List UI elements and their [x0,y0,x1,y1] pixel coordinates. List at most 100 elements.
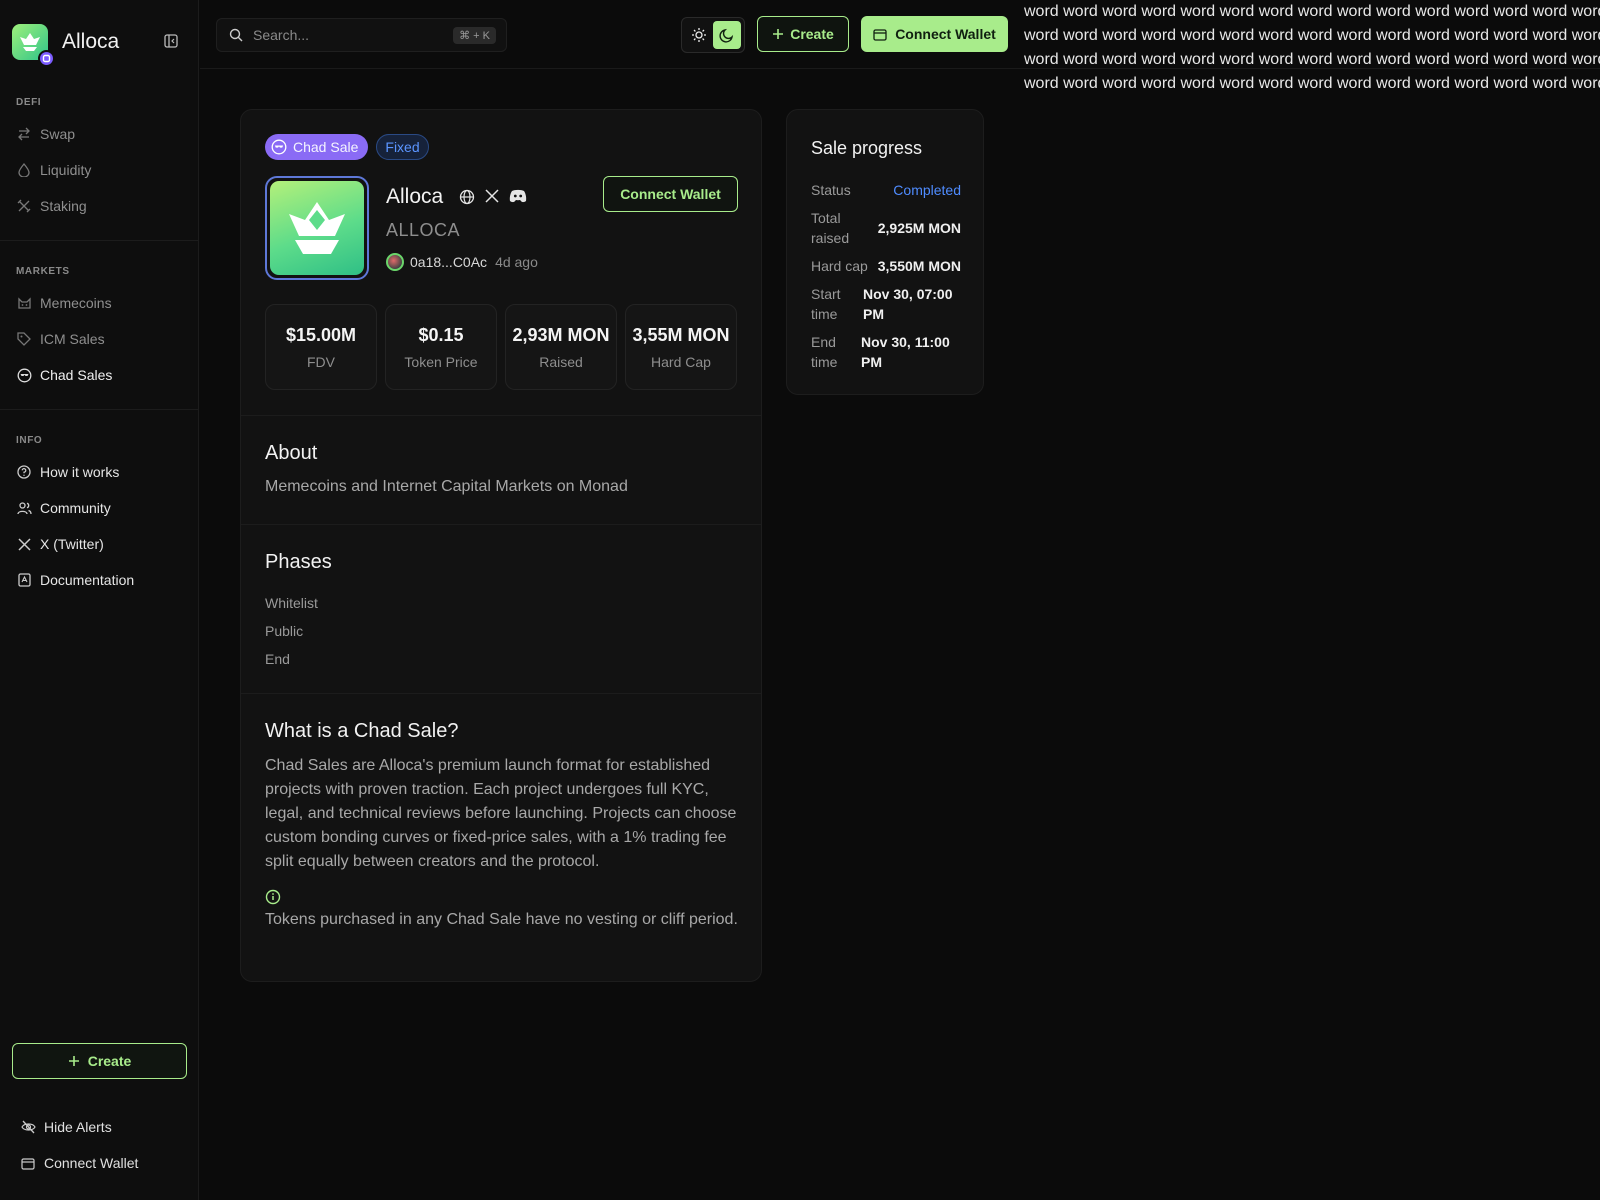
sidebar-item-label: X (Twitter) [40,536,104,552]
moon-icon [719,27,735,43]
sidebar-create-button[interactable]: Create [12,1043,187,1079]
phase-item: Public [265,623,304,639]
stat-value: 3,55M MON [632,324,730,345]
sidebar-item-label: Swap [40,126,76,142]
card-divider [241,524,761,525]
phase-item: End [265,651,290,667]
sidebar-divider [0,240,199,241]
fixed-price-badge: Fixed [376,134,429,160]
sidebar-item-x-twitter[interactable]: X (Twitter) [0,526,199,562]
sidebar-item-label: Chad Sales [40,367,113,383]
brand[interactable]: Alloca [12,24,120,67]
dark-mode-button[interactable] [713,21,741,49]
sidebar-item-label: Documentation [40,572,135,588]
header-connect-wallet-label: Connect Wallet [895,26,996,42]
wallet-icon [873,28,887,41]
card-divider [241,693,761,694]
stat-value: 2,93M MON [512,324,610,345]
what-is-chad-sale-text: Chad Sales are Alloca's premium launch f… [265,757,737,870]
sidebar-item-how-it-works[interactable]: How it works [0,454,199,490]
stat-raised: 2,93M MON Raised [505,304,617,390]
stat-label: Hard Cap [651,353,711,370]
header-create-label: Create [790,26,834,42]
creator-address[interactable]: 0a18...C0Ac [410,254,487,270]
sidebar-item-label: Community [40,500,111,516]
progress-label: Status [811,182,851,198]
theme-toggle[interactable] [681,17,745,53]
overflow-filler-text: word word word word word word word word … [1024,0,1600,96]
plus-icon [772,28,784,40]
status-badge: Completed [893,182,961,198]
progress-label: Total raised [811,210,850,246]
token-name-row: Alloca [386,185,527,209]
x-logo-icon[interactable] [485,189,499,205]
wallet-icon [20,1155,36,1171]
alloca-crown-icon [270,181,364,275]
progress-value: Nov 30, 11:00 PM [861,334,950,370]
network-badge-icon [38,50,55,67]
sidebar-collapse-icon[interactable] [164,34,178,48]
brand-name: Alloca [62,30,120,53]
nav-heading-defi: DEFI [16,97,42,108]
header-create-button[interactable]: Create [757,16,849,52]
hide-alerts-button[interactable]: Hide Alerts [20,1109,138,1145]
stat-token-price: $0.15 Token Price [385,304,497,390]
sale-detail-card: Chad Sale Fixed Alloca ALLOCA 0a18...C0A… [240,109,762,982]
sidebar-item-swap[interactable]: Swap [0,116,199,152]
progress-label: End time [811,334,838,370]
sidebar-item-icm-sales[interactable]: ICM Sales [0,321,199,357]
token-symbol: ALLOCA [386,220,461,240]
progress-row-end-time: End time Nov 30, 11:00 PM [811,332,961,372]
card-divider [241,415,761,416]
sidebar-item-chad-sales[interactable]: Chad Sales [0,357,199,393]
sidebar-item-memecoins[interactable]: Memecoins [0,285,199,321]
sale-tags: Chad Sale Fixed [265,134,429,160]
nav-section-defi: DEFI Swap Liquidity Staking [0,97,199,224]
stat-fdv: $15.00M FDV [265,304,377,390]
chad-icon [271,139,287,155]
sidebar-connect-wallet-label: Connect Wallet [44,1155,139,1171]
info-icon [265,889,281,905]
sidebar-item-community[interactable]: Community [0,490,199,526]
search-placeholder: Search... [253,27,310,43]
sidebar-item-label: How it works [40,464,120,480]
sidebar-item-label: Staking [40,198,87,214]
hide-alerts-label: Hide Alerts [44,1119,112,1135]
x-logo-icon [16,536,32,552]
discord-icon[interactable] [509,189,527,205]
nav-section-markets: MARKETS Memecoins ICM Sales Chad Sales [0,266,199,393]
light-mode-button[interactable] [685,21,713,49]
filler-line: word word word word word word word word … [1024,3,1600,20]
alloca-logo-icon [12,24,55,67]
help-circle-icon [16,464,32,480]
progress-row-start-time: Start time Nov 30, 07:00 PM [811,284,961,324]
sidebar-item-staking[interactable]: Staking [0,188,199,224]
sidebar-footer: Hide Alerts Connect Wallet [20,1109,138,1181]
sidebar: Alloca DEFI Swap Liquidity Staking MARKE… [0,0,199,1200]
search-input[interactable]: Search... ⌘ + K [216,18,507,52]
no-vesting-note: Tokens purchased in any Chad Sale have n… [265,911,738,928]
filler-line: word word word word word word word word … [1024,27,1600,44]
sale-progress-card: Sale progress Status Completed Total rai… [786,109,984,395]
stat-label: Token Price [404,353,478,370]
sale-progress-title: Sale progress [811,138,923,158]
sidebar-item-label: Liquidity [40,162,92,178]
chad-sale-badge: Chad Sale [265,134,369,160]
token-logo [265,176,369,280]
sidebar-connect-wallet-button[interactable]: Connect Wallet [20,1145,138,1181]
about-title: About [265,442,318,464]
stat-hard-cap: 3,55M MON Hard Cap [625,304,737,390]
what-is-chad-sale-title: What is a Chad Sale? [265,720,459,742]
nav-heading-info: INFO [16,435,43,446]
globe-icon[interactable] [459,189,475,205]
card-connect-wallet-button[interactable]: Connect Wallet [603,176,738,212]
progress-value: 2,925M MON [877,220,961,236]
nav-heading-markets: MARKETS [16,266,70,277]
search-icon [229,28,243,42]
header-connect-wallet-button[interactable]: Connect Wallet [861,16,1008,52]
sidebar-item-documentation[interactable]: Documentation [0,562,199,598]
sale-stats: $15.00M FDV $0.15 Token Price 2,93M MON … [265,304,737,390]
about-text: Memecoins and Internet Capital Markets o… [265,478,628,495]
sidebar-item-label: ICM Sales [40,331,105,347]
sidebar-item-liquidity[interactable]: Liquidity [0,152,199,188]
